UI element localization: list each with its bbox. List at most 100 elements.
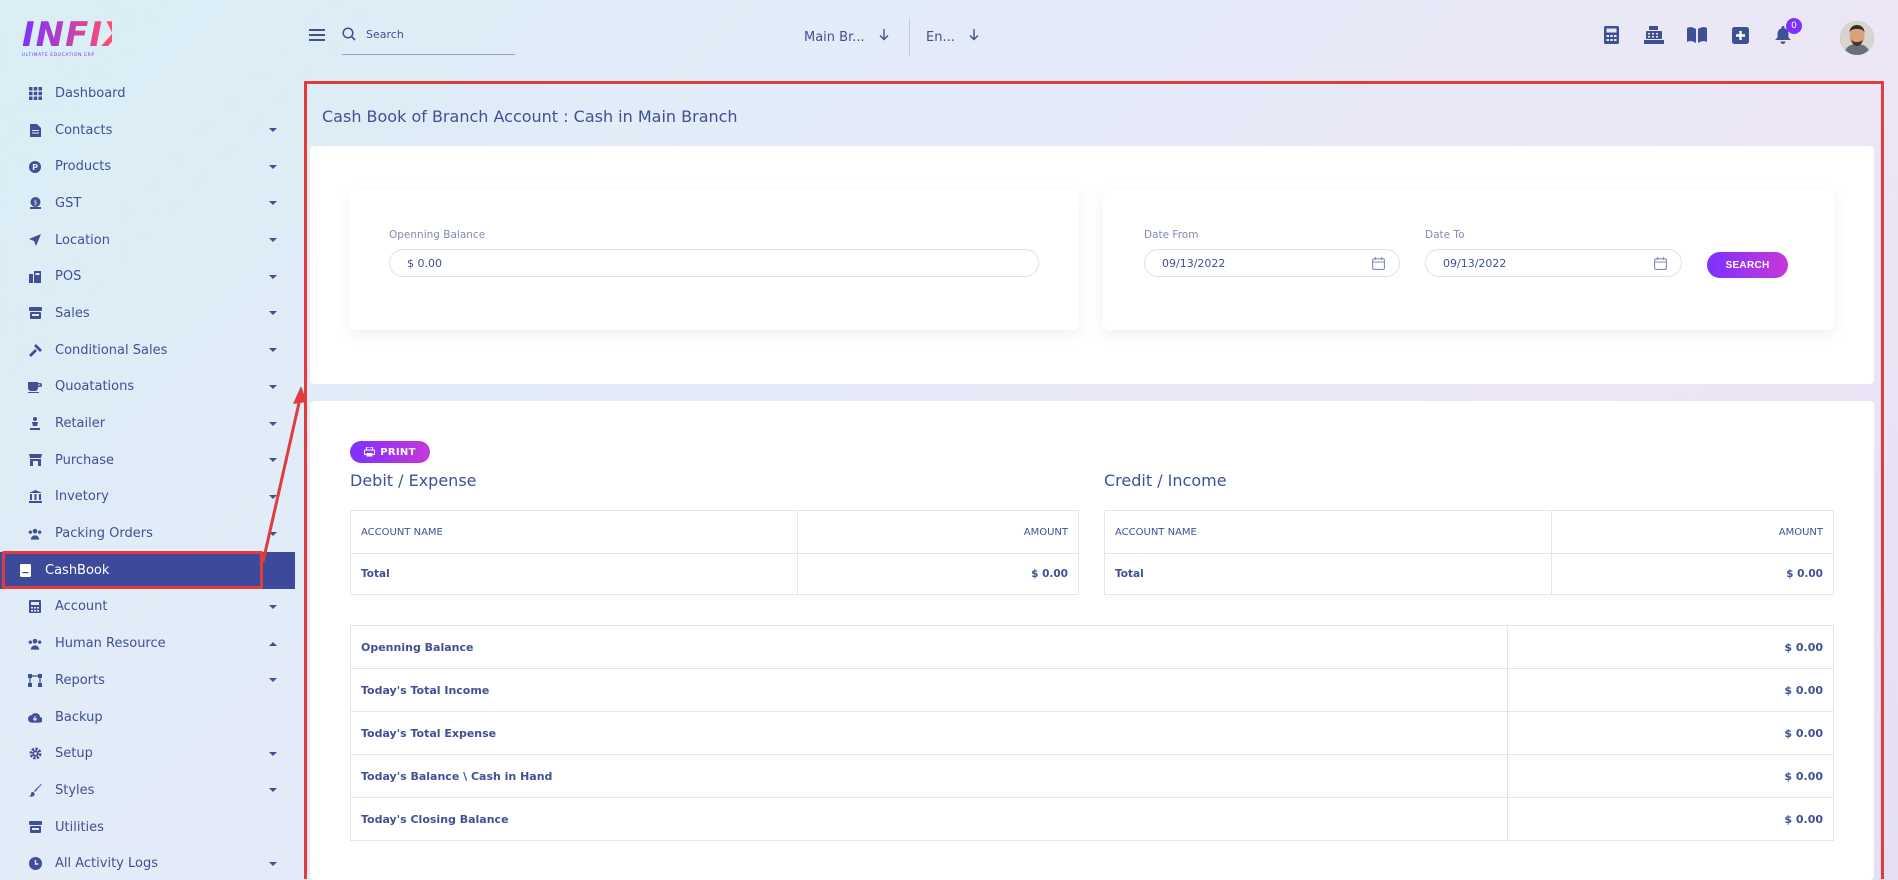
- app-logo[interactable]: INFIX ULTIMATE EDUCATION ERP: [22, 18, 129, 58]
- sidebar-item-pos[interactable]: POS: [0, 258, 295, 295]
- debit-section-title: Debit / Expense: [350, 471, 477, 490]
- sidebar-item-label: Invetory: [55, 489, 109, 505]
- summary-label: Today's Closing Balance: [350, 797, 1508, 841]
- summary-value: $ 0.00: [1507, 625, 1834, 669]
- date-from-input[interactable]: 09/13/2022: [1144, 249, 1400, 277]
- cash-register-icon[interactable]: [1643, 24, 1665, 46]
- calculator-icon[interactable]: [1600, 24, 1622, 46]
- sidebar-item-label: Reports: [55, 672, 105, 688]
- sidebar-item-label: Packing Orders: [55, 526, 153, 542]
- sidebar-item-backup[interactable]: Backup: [0, 699, 295, 736]
- calculator-icon: [28, 600, 42, 614]
- summary-label: Today's Balance \ Cash in Hand: [350, 754, 1508, 798]
- chevron-down-icon: [269, 201, 277, 206]
- opening-balance-input[interactable]: $ 0.00: [389, 249, 1039, 277]
- language-select[interactable]: En...: [926, 29, 979, 45]
- sidebar-item-label: Utilities: [55, 819, 104, 835]
- search-icon: [342, 27, 356, 41]
- search-button[interactable]: SEARCH: [1707, 252, 1788, 278]
- opening-balance-value: $ 0.00: [407, 256, 442, 270]
- search-input[interactable]: [366, 28, 506, 41]
- sidebar-item-cashbook[interactable]: CashBook: [0, 551, 295, 589]
- calendar-icon[interactable]: [1372, 257, 1385, 270]
- chevron-down-icon: [269, 274, 277, 279]
- hammer-icon: [28, 343, 42, 357]
- chevron-down-icon: [269, 861, 277, 866]
- sidebar-item-account[interactable]: Account: [0, 589, 295, 626]
- grid-icon: [28, 86, 42, 100]
- total-label: Total: [1104, 553, 1552, 595]
- sidebar-item-gst[interactable]: $ GST: [0, 185, 295, 222]
- sidebar-item-quoatations[interactable]: Quoatations: [0, 369, 295, 406]
- sidebar-item-label: Location: [55, 232, 110, 248]
- chevron-down-icon: [269, 531, 277, 536]
- sidebar-item-reports[interactable]: Reports: [0, 662, 295, 699]
- sidebar-item-label: Retailer: [55, 416, 106, 432]
- credit-section-title: Credit / Income: [1104, 471, 1227, 490]
- sidebar-nav: Dashboard Contacts P Products $ GST Loca…: [0, 75, 295, 880]
- users-icon: [28, 527, 42, 541]
- sidebar-item-packing-orders[interactable]: Packing Orders: [0, 515, 295, 552]
- clock-icon: [28, 857, 42, 871]
- book-icon: [18, 563, 32, 577]
- sidebar-item-label: Backup: [55, 709, 103, 725]
- topbar-divider: [909, 18, 910, 56]
- sidebar-item-label: POS: [55, 269, 82, 285]
- date-to-value: 09/13/2022: [1443, 256, 1507, 270]
- calendar-icon[interactable]: [1654, 257, 1667, 270]
- sidebar-item-invetory[interactable]: Invetory: [0, 479, 295, 516]
- date-from-label: Date From: [1144, 229, 1199, 241]
- branch-select[interactable]: Main Br...: [804, 29, 889, 45]
- column-header-amount: AMOUNT: [1551, 510, 1834, 554]
- sidebar-item-sales[interactable]: Sales: [0, 295, 295, 332]
- plus-square-icon[interactable]: [1729, 24, 1751, 46]
- opening-balance-label: Openning Balance: [389, 229, 486, 241]
- chevron-down-icon: [269, 164, 277, 169]
- sidebar-item-contacts[interactable]: Contacts: [0, 112, 295, 149]
- chevron-down-icon: [269, 458, 277, 463]
- sidebar-item-label: Quoatations: [55, 379, 135, 395]
- bell-icon[interactable]: 0: [1772, 18, 1802, 46]
- column-header-account: ACCOUNT NAME: [350, 510, 798, 554]
- sidebar-item-label: Contacts: [55, 122, 113, 138]
- sidebar-item-label: Account: [55, 599, 108, 615]
- sidebar-item-location[interactable]: Location: [0, 222, 295, 259]
- table-row: Today's Balance \ Cash in Hand $ 0.00: [350, 754, 1834, 798]
- open-book-icon[interactable]: [1686, 24, 1708, 46]
- branch-select-value: Main Br...: [804, 29, 865, 45]
- chevron-down-icon: [269, 494, 277, 499]
- sidebar-item-dashboard[interactable]: Dashboard: [0, 75, 295, 112]
- hamburger-menu-icon[interactable]: [309, 29, 325, 41]
- sidebar-item-purchase[interactable]: Purchase: [0, 442, 295, 479]
- sidebar-item-label: GST: [55, 195, 82, 211]
- print-button[interactable]: PRINT: [350, 441, 430, 463]
- table-row: Openning Balance $ 0.00: [350, 625, 1834, 669]
- sidebar-item-conditional-sales[interactable]: Conditional Sales: [0, 332, 295, 369]
- printer-icon: [364, 447, 376, 457]
- column-header-amount: AMOUNT: [797, 510, 1079, 554]
- summary-label: Today's Total Income: [350, 668, 1508, 712]
- sidebar-item-setup[interactable]: Setup: [0, 735, 295, 772]
- total-value: $ 0.00: [797, 553, 1079, 595]
- sidebar-item-products[interactable]: P Products: [0, 148, 295, 185]
- location-arrow-icon: [28, 233, 42, 247]
- sidebar-item-label: Sales: [55, 305, 90, 321]
- total-value: $ 0.00: [1551, 553, 1834, 595]
- sidebar-item-styles[interactable]: Styles: [0, 772, 295, 809]
- chevron-down-icon: [269, 128, 277, 133]
- sidebar-item-utilities[interactable]: Utilities: [0, 809, 295, 846]
- topbar-search: [342, 24, 515, 55]
- sidebar-item-retailer[interactable]: Retailer: [0, 405, 295, 442]
- column-header-account: ACCOUNT NAME: [1104, 510, 1552, 554]
- retailer-icon: [28, 417, 42, 431]
- users-icon: [28, 637, 42, 651]
- arrow-down-icon: [969, 29, 979, 45]
- user-avatar[interactable]: [1840, 21, 1874, 55]
- chevron-up-icon: [269, 641, 277, 646]
- arrow-down-icon: [879, 29, 889, 45]
- sidebar-item-human-resource[interactable]: Human Resource: [0, 625, 295, 662]
- sidebar-item-all-activity-logs[interactable]: All Activity Logs: [0, 845, 295, 880]
- sidebar-item-label: Conditional Sales: [55, 342, 168, 358]
- pos-icon: [28, 270, 42, 284]
- date-to-input[interactable]: 09/13/2022: [1425, 249, 1682, 277]
